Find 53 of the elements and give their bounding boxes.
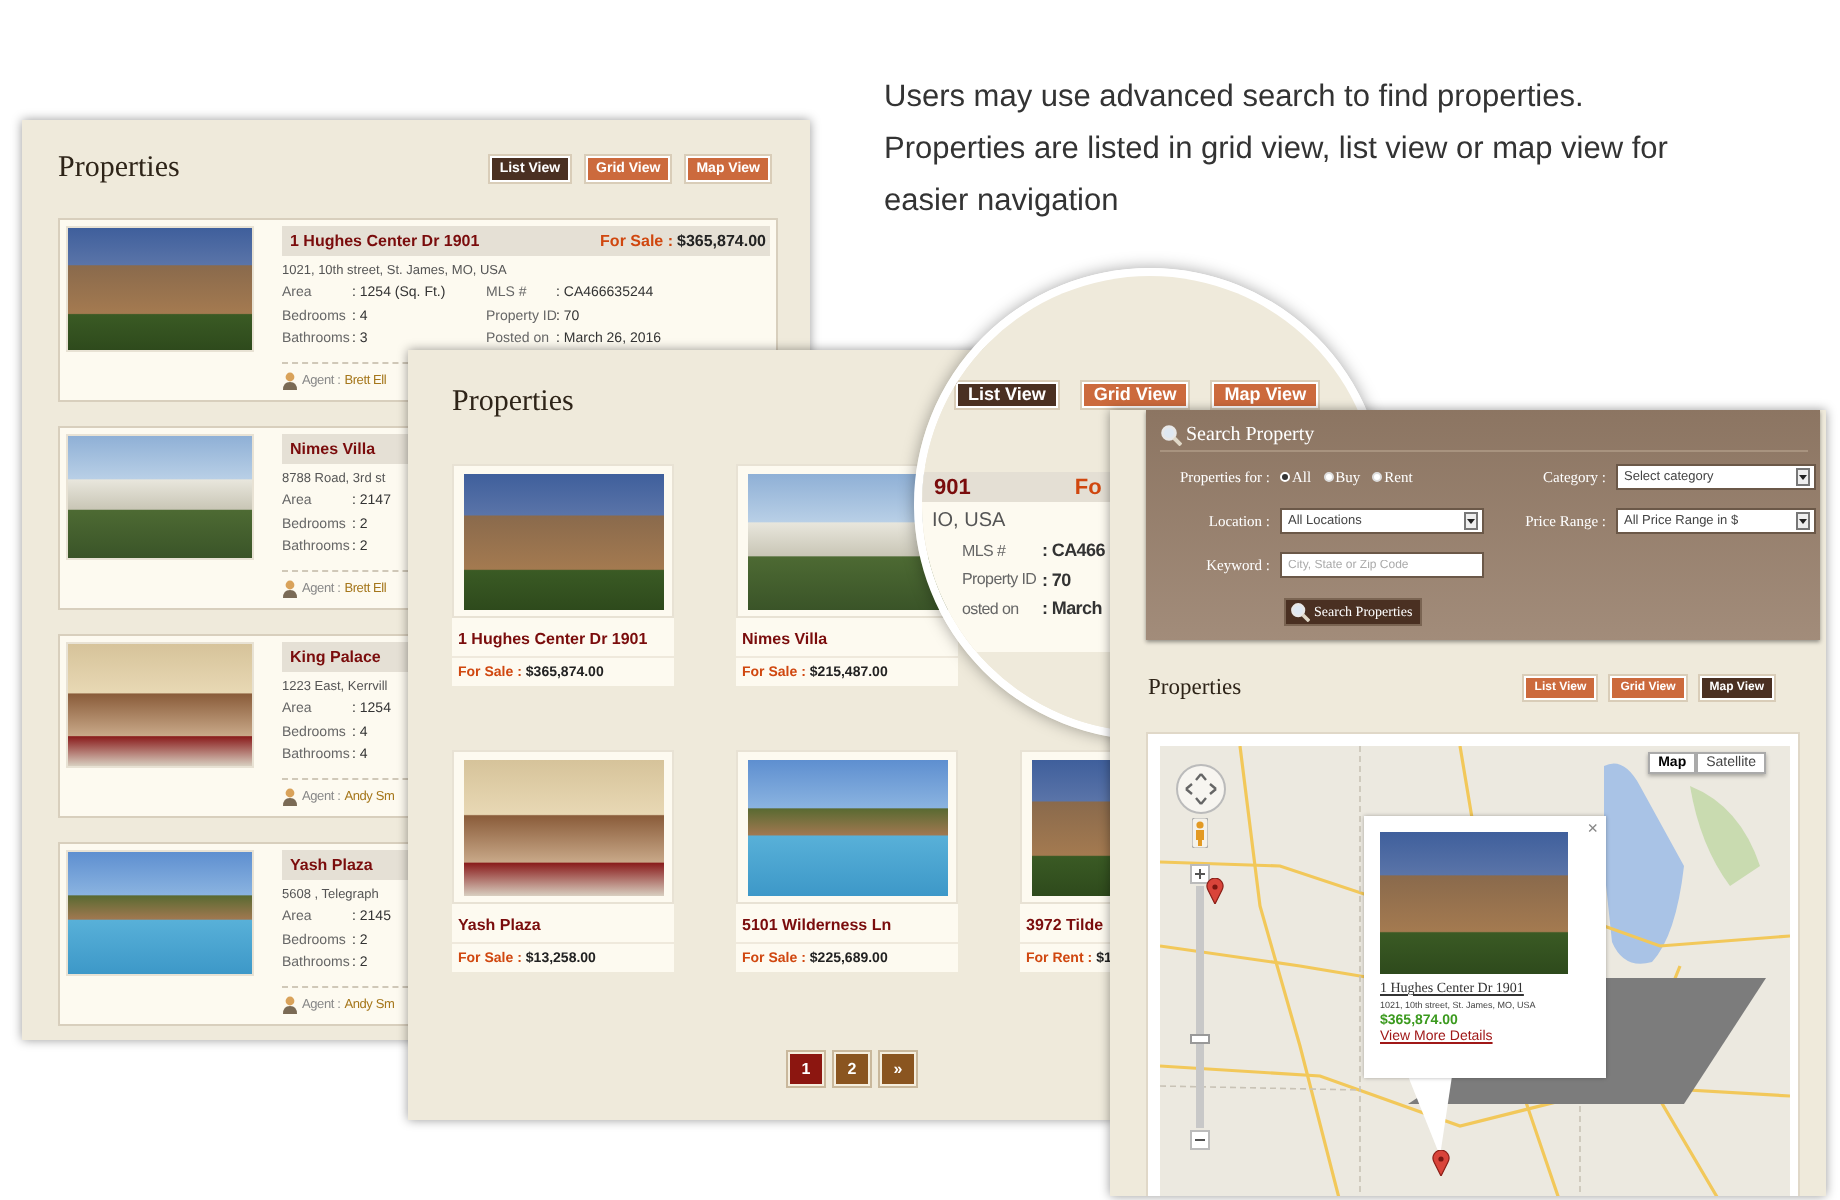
- field-value: : March: [1042, 598, 1102, 619]
- plus-icon: [1194, 868, 1206, 880]
- property-title[interactable]: Nimes Villa: [736, 618, 834, 656]
- listing-title[interactable]: Yash Plaza: [290, 856, 373, 874]
- arrows-icon: [1184, 772, 1218, 806]
- panel-title: Properties: [452, 386, 574, 420]
- price-text: $365,874.00: [677, 232, 766, 250]
- caption-text: Users may use advanced search to find properties. Properties are listed in grid view, list view or map view for easier navigation: [884, 78, 1670, 222]
- panel-title: Properties: [1148, 676, 1242, 700]
- field-label: osted on: [962, 599, 1021, 618]
- search-title: Search Property: [1186, 424, 1315, 446]
- property-title[interactable]: Yash Plaza: [452, 904, 547, 942]
- person-icon: [282, 995, 298, 1013]
- panel-title: Properties: [58, 152, 180, 186]
- page-button[interactable]: 2: [834, 1052, 870, 1086]
- radio-button[interactable]: [1323, 472, 1334, 482]
- page-button[interactable]: »: [880, 1052, 916, 1086]
- property-title[interactable]: 1 Hughes Center Dr 1901: [452, 618, 654, 656]
- map-pin-icon: [1432, 1150, 1450, 1176]
- view-button[interactable]: List View: [956, 382, 1058, 408]
- listing-title[interactable]: Nimes Villa: [290, 440, 376, 458]
- property-title[interactable]: 3972 Tilde: [1020, 904, 1110, 942]
- caret-icon: [1796, 468, 1810, 486]
- listing-title[interactable]: 901: [934, 475, 971, 499]
- field-label: MLS #: [962, 541, 1008, 560]
- address-text: IO, USA: [930, 508, 1006, 536]
- person-icon: [282, 371, 298, 389]
- status-label: Fo: [1074, 475, 1102, 499]
- radio-button[interactable]: [1372, 472, 1383, 482]
- search-icon: [1160, 424, 1182, 446]
- map-pin-icon: [1206, 878, 1224, 904]
- minus-icon: [1194, 1134, 1206, 1146]
- person-icon: [282, 787, 298, 805]
- zoom-slider[interactable]: [1196, 886, 1204, 1128]
- view-button[interactable]: Grid View: [1081, 382, 1189, 408]
- field-label: Property ID: [962, 570, 1038, 589]
- zoom-out-button[interactable]: [1190, 1130, 1210, 1150]
- person-icon: [282, 579, 298, 597]
- property-title[interactable]: 5101 Wilderness Ln: [736, 904, 898, 942]
- caret-icon: [1796, 512, 1810, 530]
- field-value: : 70: [1042, 569, 1071, 590]
- status-label: For Sale :: [600, 232, 673, 250]
- listing-title[interactable]: 1 Hughes Center Dr 1901: [290, 232, 480, 250]
- view-button[interactable]: Map View: [1212, 382, 1319, 408]
- page-button[interactable]: 1: [788, 1052, 824, 1086]
- zoom-in-button[interactable]: [1190, 864, 1210, 884]
- listing-title[interactable]: King Palace: [290, 648, 381, 666]
- caret-icon: [1464, 512, 1478, 530]
- pegman-icon: [1192, 818, 1208, 848]
- slider-thumb[interactable]: [1190, 1033, 1210, 1044]
- search-icon: [1290, 602, 1310, 622]
- field-value: : CA466: [1042, 540, 1105, 561]
- close-button[interactable]: ×: [1587, 818, 1598, 838]
